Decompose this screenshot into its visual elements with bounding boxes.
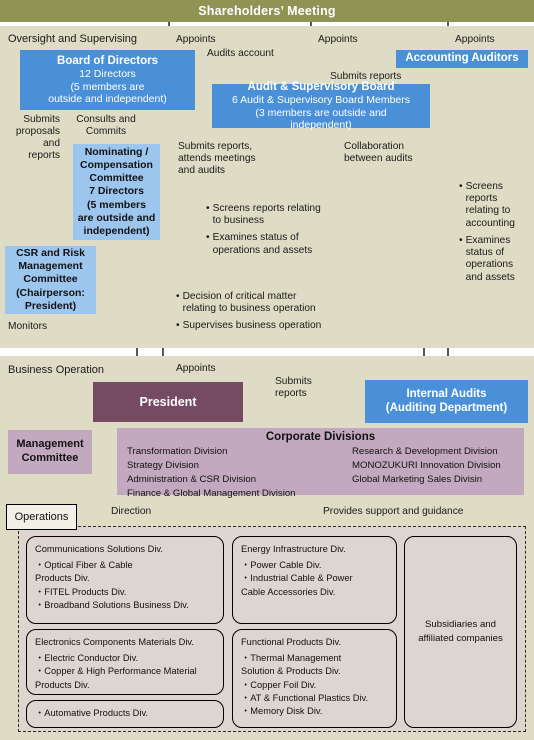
management-committee-box[interactable]: Management Committee [8,430,92,474]
auditor-duties-list: • Screens reports relating to accounting… [459,181,531,289]
bullet-icon: • [176,291,180,302]
corp-left-1: Strategy Division [127,459,199,471]
bullet-icon: • [206,232,210,244]
edge-label-appoints-asb: Appoints [318,34,358,45]
bullet-icon: • [176,320,180,332]
board-of-directors-box[interactable]: Board of Directors 12 Directors (5 membe… [20,50,195,110]
list-item: • Examines status of operations and asse… [206,232,376,256]
edge-label-monitors: Monitors [8,321,48,332]
list-item: Strategy Division [127,459,352,473]
edge-label-provides-support: Provides support and guidance [323,506,464,517]
subsidiaries-text: Subsidiaries and affiliated companies [418,619,503,644]
president-box[interactable]: President [93,382,243,422]
ops-card-head: Electronics Components Materials Div. [35,637,194,647]
ops-card-head: Energy Infrastructure Div. [241,544,346,554]
business-operation-label: Business Operation [8,364,104,376]
asb-duties-list: • Screens reports relating to business •… [206,203,376,262]
ops-card-items: ・Optical Fiber & Cable Products Div. ・FI… [35,560,189,610]
board-of-directors-title: Board of Directors [57,54,158,67]
ops-card-items: ・Automative Products Div. [35,708,148,719]
bullet-icon: • [459,181,463,192]
list-item: • Decision of critical matter relating t… [176,291,362,315]
oversight-panel-label: Oversight and Supervising [8,33,138,45]
internal-audits-box[interactable]: Internal Audits (Auditing Department) [365,380,528,423]
ops-card-functional[interactable]: Functional Products Div. ・Thermal Manage… [232,629,397,728]
board-of-directors-line2: (5 members are [70,80,145,93]
board-duties-list: • Decision of critical matter relating t… [176,291,362,338]
edge-label-submits-reports-auditors: Submits reports [330,71,402,82]
edge-label-appoints-president: Appoints [176,363,216,374]
shareholders-meeting-header: Shareholders’ Meeting [0,0,534,22]
ops-card-items: ・Thermal Management Solution & Products … [241,653,369,716]
csr-committee-text: CSR and Risk Management Committee (Chair… [16,247,85,312]
edge-label-submits-reports-attends: Submits reports, attends meetings and au… [178,141,256,177]
list-item: • Screens reports relating to business [206,203,376,227]
edge-label-submits-proposals: Submits proposals and reports [15,114,60,162]
accounting-auditors-box[interactable]: Accounting Auditors [396,50,528,68]
corp-right-1: MONOZUKURI Innovation Division [352,459,501,471]
ops-card-items: ・Power Cable Div. ・Industrial Cable & Po… [241,560,353,597]
audit-supervisory-board-line2: (3 members are outside and [255,106,387,119]
governance-diagram: Shareholders’ Meeting Oversight and Supe… [0,0,534,740]
corp-left-0: Transformation Division [127,446,228,457]
corporate-divisions-box[interactable]: Corporate Divisions Transformation Divis… [117,428,524,499]
list-item: • Supervises business operation [176,320,362,332]
edge-label-appoints-board: Appoints [176,34,216,45]
bullet-icon: • [459,234,463,246]
nominating-compensation-committee-box[interactable]: Nominating / Compensation Committee 7 Di… [73,144,160,240]
list-item: Research & Development Division [352,445,501,459]
management-committee-text: Management Committee [16,438,84,464]
edge-label-collaboration: Collaboration between audits [344,141,413,165]
accounting-auditors-title: Accounting Auditors [405,52,519,65]
list-item: Transformation Division [127,445,352,459]
ops-card-head: Communications Solutions Div. [35,544,163,554]
audit-supervisory-board-line3: independent) [290,118,352,131]
ops-card-automative[interactable]: ・Automative Products Div. [26,700,224,728]
corp-left-2: Administration & CSR Division [127,473,257,485]
edge-label-consults-commits: Consults and Commits [76,114,136,138]
edge-label-direction: Direction [111,506,152,517]
board-duty-1: Supervises business operation [182,320,322,332]
ops-card-energy[interactable]: Energy Infrastructure Div. ・Power Cable … [232,536,397,624]
operations-label-text: Operations [14,511,69,523]
list-item: Finance & Global Management Division [127,487,352,501]
list-item: Administration & CSR Division [127,473,352,487]
edge-label-audits-account: Audits account [207,48,274,59]
ops-card-items: ・Electric Conductor Div. ・Copper & High … [35,653,197,690]
audit-supervisory-board-box[interactable]: Audit & Supervisory Board 6 Audit & Supe… [212,81,430,131]
board-duty-0: Decision of critical matter relating to … [182,291,316,315]
ops-card-head: Functional Products Div. [241,637,342,647]
corp-right-2: Global Marketing Sales Divisin [352,473,483,485]
ops-card-communications[interactable]: Communications Solutions Div. ・Optical F… [26,536,224,624]
auditor-duty-1: Examines status of operations and assets [465,234,515,283]
ops-card-electronics[interactable]: Electronics Components Materials Div. ・E… [26,629,224,695]
edge-label-appoints-auditors: Appoints [455,34,495,45]
asb-duty-1: Examines status of operations and assets [212,232,313,256]
list-item: Global Marketing Sales Divisin [352,473,501,487]
internal-audits-line1: Internal Audits [406,387,487,400]
board-of-directors-line1: 12 Directors [79,68,136,81]
nominating-committee-text: Nominating / Compensation Committee 7 Di… [77,146,156,237]
corporate-divisions-left-list: Transformation Division Strategy Divisio… [127,445,352,501]
corporate-divisions-right-list: Research & Development Division MONOZUKU… [352,445,501,501]
list-item: • Screens reports relating to accounting [459,181,531,230]
corp-left-3: Finance & Global Management Division [127,487,296,499]
list-item: MONOZUKURI Innovation Division [352,459,501,473]
ops-card-subsidiaries[interactable]: Subsidiaries and affiliated companies [404,536,517,728]
csr-risk-management-committee-box[interactable]: CSR and Risk Management Committee (Chair… [5,246,96,314]
corp-right-0: Research & Development Division [352,446,498,457]
edge-label-submits-reports-president: Submits reports [275,376,312,400]
board-of-directors-line3: outside and independent) [48,92,167,105]
audit-supervisory-board-line1: 6 Audit & Supervisory Board Members [232,94,410,107]
president-title: President [139,395,197,409]
bullet-icon: • [206,203,210,214]
header-title: Shareholders’ Meeting [198,4,336,18]
asb-duty-0: Screens reports relating to business [212,203,321,227]
internal-audits-line2: (Auditing Department) [385,401,508,414]
auditor-duty-0: Screens reports relating to accounting [465,181,515,229]
list-item: • Examines status of operations and asse… [459,235,531,284]
corporate-divisions-title: Corporate Divisions [265,431,376,443]
operations-label-box: Operations [6,504,77,530]
